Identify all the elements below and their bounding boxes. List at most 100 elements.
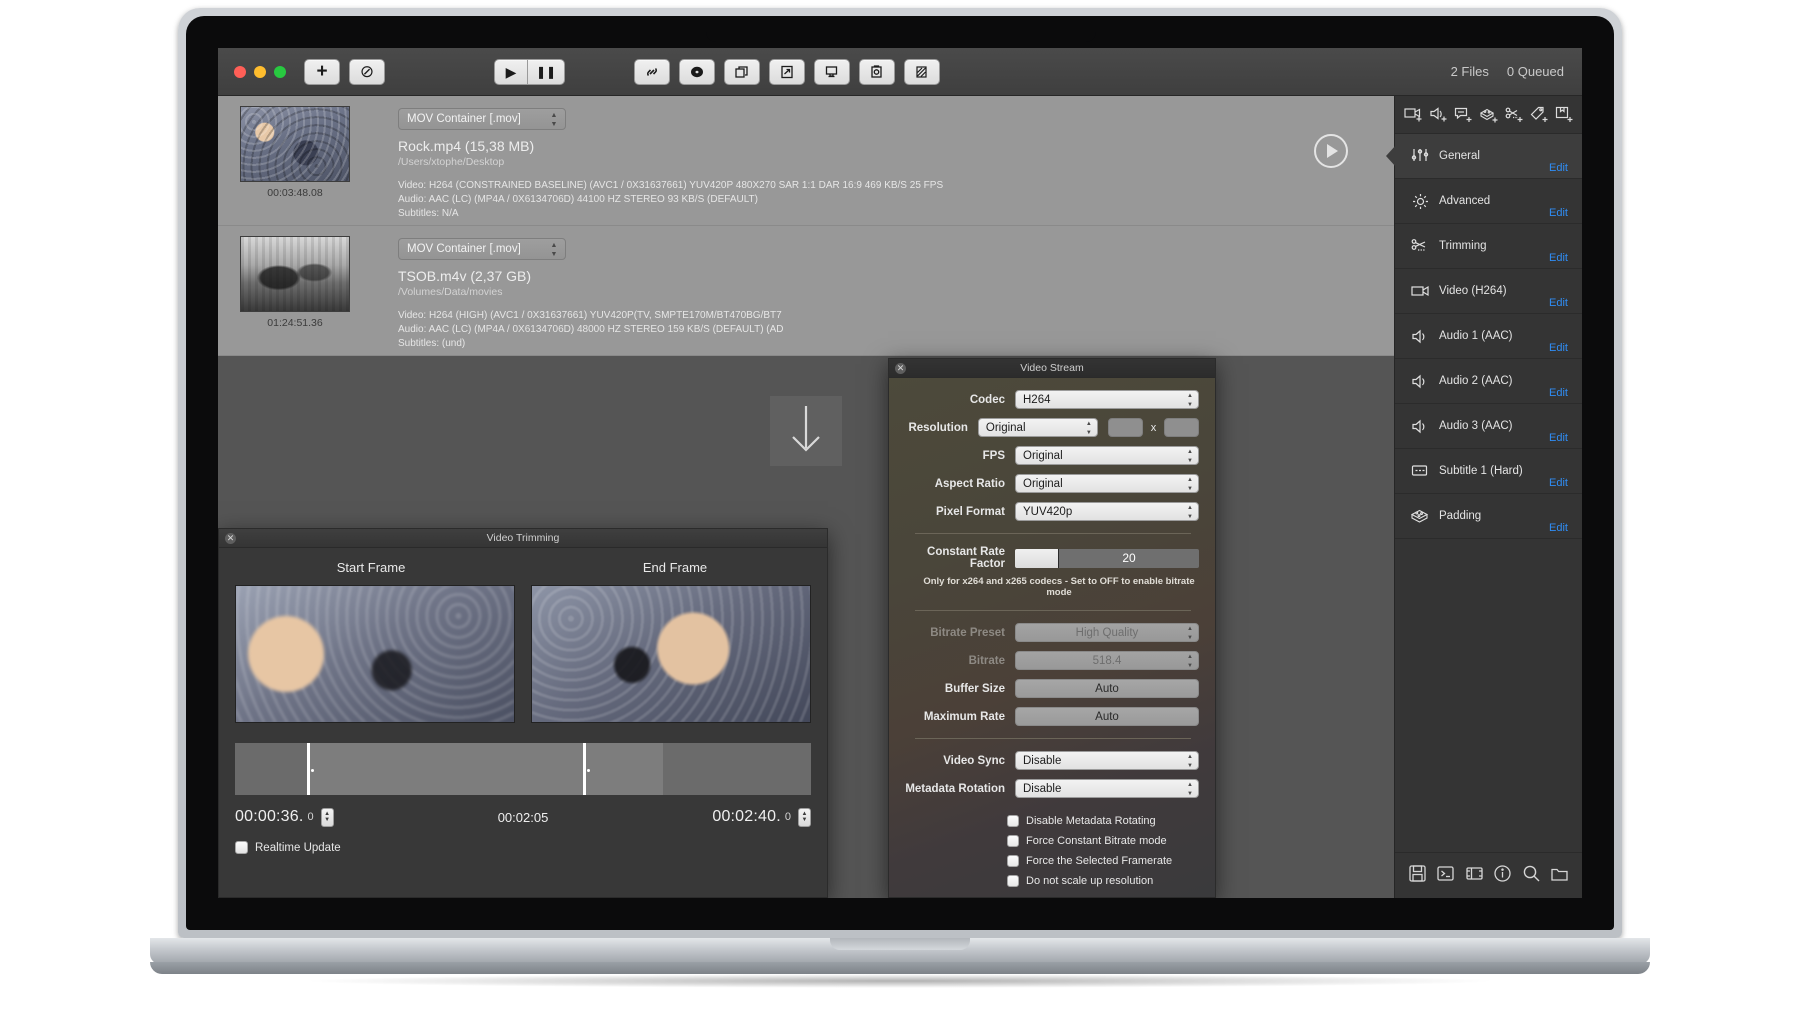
realtime-update-checkbox[interactable]	[235, 841, 248, 854]
maximum-rate-input[interactable]: Auto	[1015, 707, 1199, 726]
link-button[interactable]	[634, 58, 670, 85]
preview-play-button[interactable]	[1314, 134, 1348, 168]
video-sync-select[interactable]: Disable ▲ ▼	[1015, 751, 1199, 770]
resolution-width-input[interactable]	[1107, 418, 1143, 437]
force-constant-bitrate-row[interactable]: Force Constant Bitrate mode	[1007, 835, 1199, 847]
no-scale-up-row[interactable]: Do not scale up resolution	[1007, 875, 1199, 887]
sidebar-add-toolbar[interactable]	[1395, 96, 1582, 134]
crf-slider[interactable]: 20	[1015, 548, 1199, 568]
sidebar-item-audio-2[interactable]: Audio 2 (AAC) Edit	[1395, 359, 1582, 404]
resolution-select[interactable]: Original ▲ ▼	[977, 418, 1098, 437]
toolbar-tools[interactable]	[634, 58, 940, 85]
export-button[interactable]	[769, 58, 805, 85]
close-icon[interactable]: ✕	[225, 533, 236, 544]
sidebar-item-trimming[interactable]: Trimming Edit	[1395, 224, 1582, 269]
disable-metadata-rotating-row[interactable]: Disable Metadata Rotating	[1007, 815, 1199, 827]
minimize-button[interactable]	[254, 65, 266, 78]
start-stepper[interactable]: ▲ ▼	[320, 807, 334, 827]
resolution-height-input[interactable]	[1164, 418, 1199, 437]
force-framerate-row[interactable]: Force the Selected Framerate	[1007, 855, 1199, 867]
edit-link[interactable]: Edit	[1549, 342, 1568, 354]
folder-icon[interactable]	[1550, 864, 1569, 888]
add-audio-icon[interactable]	[1429, 106, 1448, 123]
file-duration: 01:24:51.36	[267, 317, 323, 329]
snapshot-button[interactable]	[859, 58, 895, 85]
end-frame-preview[interactable]	[531, 585, 811, 723]
close-icon[interactable]: ✕	[895, 363, 906, 374]
codec-select[interactable]: H264 ▲ ▼	[1015, 390, 1199, 409]
aspect-ratio-select[interactable]: Original ▲ ▼	[1015, 474, 1199, 493]
trim-timeline[interactable]	[235, 743, 811, 795]
end-stepper[interactable]: ▲ ▼	[798, 807, 811, 827]
search-icon[interactable]	[1522, 864, 1541, 888]
edit-link[interactable]: Edit	[1549, 477, 1568, 489]
start-frame-preview[interactable]	[235, 585, 515, 723]
disable-metadata-rotating-checkbox[interactable]	[1007, 815, 1019, 827]
no-scale-up-checkbox[interactable]	[1007, 875, 1019, 887]
info-icon[interactable]	[1493, 864, 1512, 888]
play-button[interactable]: ▶	[494, 58, 528, 85]
edit-link[interactable]: Edit	[1549, 387, 1568, 399]
edit-link[interactable]: Edit	[1549, 162, 1568, 174]
sidebar-item-general[interactable]: General Edit	[1386, 134, 1582, 179]
table-row[interactable]: 01:24:51.36 MOV Container [.mov] ▲ ▼ TSOB…	[218, 226, 1394, 356]
start-timecode[interactable]: 00:00:36.	[235, 808, 304, 826]
add-subtitle-icon[interactable]	[1454, 106, 1473, 123]
realtime-update-row[interactable]: Realtime Update	[235, 841, 811, 854]
end-handle[interactable]	[583, 743, 586, 795]
edit-link[interactable]: Edit	[1549, 252, 1568, 264]
chevron-updown-icon: ▲ ▼	[1187, 626, 1193, 641]
add-tag-icon[interactable]	[1530, 106, 1549, 123]
disc-icon	[691, 66, 703, 77]
filter-button[interactable]	[904, 58, 940, 85]
metadata-rotation-select[interactable]: Disable ▲ ▼	[1015, 779, 1199, 798]
table-row[interactable]: 00:03:48.08 MOV Container [.mov] ▲ ▼ Rock…	[218, 96, 1394, 226]
play-icon	[1327, 144, 1338, 158]
buffer-size-label: Buffer Size	[944, 682, 1005, 695]
end-timecode[interactable]: 00:02:40.	[712, 808, 781, 826]
fps-select[interactable]: Original ▲ ▼	[1015, 446, 1199, 465]
edit-link[interactable]: Edit	[1549, 297, 1568, 309]
cancel-button[interactable]: ⊘	[349, 58, 385, 85]
add-video-icon[interactable]	[1404, 106, 1423, 123]
disc-button[interactable]	[679, 58, 715, 85]
add-chapter-icon[interactable]	[1555, 106, 1574, 123]
close-button[interactable]	[234, 65, 246, 78]
pixel-format-select[interactable]: YUV420p ▲ ▼	[1015, 502, 1199, 521]
terminal-icon[interactable]	[1436, 864, 1455, 888]
start-handle[interactable]	[307, 743, 310, 795]
pause-button[interactable]: ❚❚	[528, 58, 566, 85]
container-select[interactable]: MOV Container [.mov] ▲ ▼	[398, 108, 566, 130]
sidebar-item-label: Audio 3 (AAC)	[1439, 420, 1513, 432]
timeline-selection[interactable]	[307, 743, 663, 795]
buffer-size-input[interactable]: Auto	[1015, 679, 1199, 698]
film-icon[interactable]	[1465, 864, 1484, 888]
pixel-format-value: YUV420p	[1023, 505, 1073, 518]
sidebar-item-audio-1[interactable]: Audio 1 (AAC) Edit	[1395, 314, 1582, 359]
file-list: 00:03:48.08 MOV Container [.mov] ▲ ▼ Rock…	[218, 96, 1394, 356]
sidebar-item-advanced[interactable]: Advanced Edit	[1395, 179, 1582, 224]
duplicate-button[interactable]	[724, 58, 760, 85]
sidebar-item-subtitle-1[interactable]: Subtitle 1 (Hard) Edit	[1395, 449, 1582, 494]
arrow-down-icon	[792, 406, 820, 452]
bitrate-preset-value: High Quality	[1075, 626, 1139, 639]
transport-controls[interactable]: ▶ ❚❚	[494, 58, 566, 85]
edit-link[interactable]: Edit	[1549, 432, 1568, 444]
monitor-button[interactable]	[814, 58, 850, 85]
drop-arrow	[770, 396, 842, 466]
edit-link[interactable]: Edit	[1549, 207, 1568, 219]
sidebar-item-audio-3[interactable]: Audio 3 (AAC) Edit	[1395, 404, 1582, 449]
edit-link[interactable]: Edit	[1549, 522, 1568, 534]
add-trimming-icon[interactable]	[1505, 106, 1524, 123]
force-constant-bitrate-checkbox[interactable]	[1007, 835, 1019, 847]
zoom-button[interactable]	[274, 65, 286, 78]
add-padding-icon[interactable]	[1479, 106, 1499, 123]
sidebar-item-video[interactable]: Video (H264) Edit	[1395, 269, 1582, 314]
container-select[interactable]: MOV Container [.mov] ▲ ▼	[398, 238, 566, 260]
force-framerate-checkbox[interactable]	[1007, 855, 1019, 867]
window-controls[interactable]	[234, 65, 286, 78]
add-file-button[interactable]: +	[304, 58, 340, 85]
save-icon[interactable]	[1408, 864, 1427, 888]
sidebar-bottom-toolbar[interactable]	[1395, 852, 1582, 898]
sidebar-item-padding[interactable]: Padding Edit	[1395, 494, 1582, 539]
